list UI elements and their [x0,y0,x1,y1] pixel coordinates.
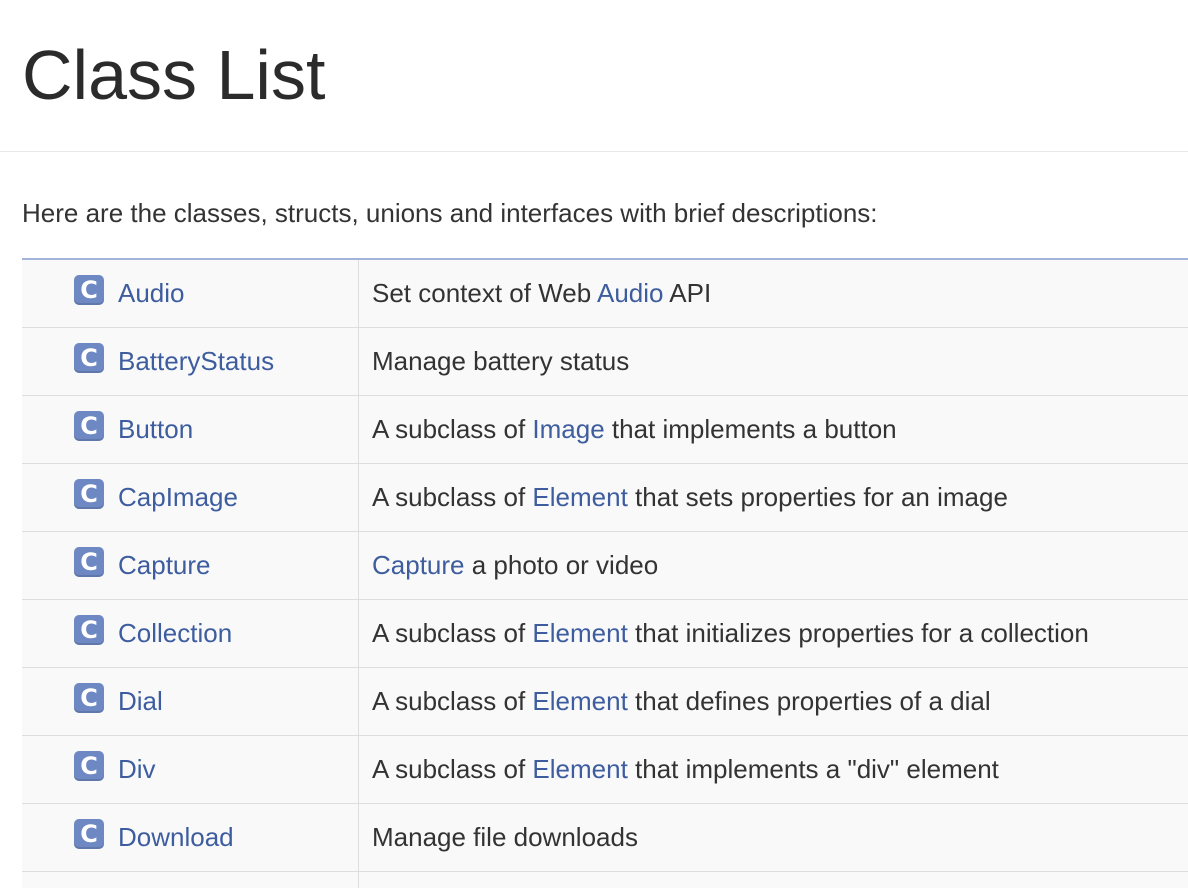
description-link[interactable]: Capture [372,550,465,580]
class-link-capimage[interactable]: CapImage [118,482,238,513]
class-description-cell: A subclass of Element that defines prope… [358,667,1188,736]
class-link-dial[interactable]: Dial [118,686,163,717]
page-title: Class List [22,36,326,114]
table-row: C Button A subclass of Image that implem… [22,395,1188,464]
class-link-batterystatus[interactable]: BatteryStatus [118,346,274,377]
class-name-cell: C CapImage [22,463,359,532]
description-text: A subclass of [372,618,533,648]
class-link-button[interactable]: Button [118,414,193,445]
description-text: API [663,278,712,308]
description-text: Manage file downloads [372,822,638,852]
class-icon: C [74,750,104,781]
description-link[interactable]: Element [532,686,627,716]
class-icon: C [74,478,104,509]
class-link-collection[interactable]: Collection [118,618,232,649]
class-description-cell [359,872,1188,888]
class-name-cell: C Capture [22,531,359,600]
class-description-cell: Manage battery status [358,327,1188,396]
class-name-cell: C Audio [22,259,359,328]
class-description-cell: A subclass of Element that sets properti… [358,463,1188,532]
description-text: Manage battery status [372,346,630,376]
description-link[interactable]: Image [532,414,604,444]
class-name-cell [22,871,359,888]
class-name-cell: C Div [22,735,359,804]
class-name-cell: C Collection [22,599,359,668]
table-row [22,871,1188,888]
table-row: C Div A subclass of Element that impleme… [22,735,1188,804]
table-row: C Download Manage file downloads [22,803,1188,872]
class-description-cell: Capture a photo or video [358,531,1188,600]
class-icon: C [74,614,104,645]
description-link[interactable]: Element [532,754,627,784]
class-description-cell: A subclass of Element that initializes p… [358,599,1188,668]
class-link-audio[interactable]: Audio [118,278,185,309]
class-icon: C [74,682,104,713]
class-link-div[interactable]: Div [118,754,156,785]
class-list-table: C Audio Set context of Web Audio API C B… [22,258,1188,888]
description-text: that sets properties for an image [627,482,1008,512]
description-text: that defines properties of a dial [627,686,991,716]
description-link[interactable]: Element [532,618,627,648]
description-link[interactable]: Audio [597,278,664,308]
table-row: C Dial A subclass of Element that define… [22,667,1188,736]
description-text: A subclass of [372,754,533,784]
description-text: A subclass of [372,482,533,512]
class-name-cell: C Dial [22,667,359,736]
page-header: Class List [0,0,1188,152]
description-text: a photo or video [464,550,659,580]
class-name-cell: C Button [22,395,359,464]
description-text: Set context of Web [372,278,597,308]
class-description-cell: A subclass of Image that implements a bu… [358,395,1188,464]
table-row: C BatteryStatus Manage battery status [22,327,1188,396]
class-name-cell: C BatteryStatus [22,327,359,396]
table-row: C Collection A subclass of Element that … [22,599,1188,668]
class-icon: C [74,410,104,441]
page: Class List Here are the classes, structs… [0,0,1188,888]
description-text: that initializes properties for a collec… [627,618,1089,648]
class-name-cell: C Download [22,803,359,872]
class-description-cell: Manage file downloads [358,803,1188,872]
class-icon: C [74,274,104,305]
description-link[interactable]: Element [532,482,627,512]
class-icon: C [74,818,104,849]
description-text: A subclass of [372,686,533,716]
table-row: C CapImage A subclass of Element that se… [22,463,1188,532]
description-text: that implements a "div" element [627,754,999,784]
table-row: C Capture Capture a photo or video [22,531,1188,600]
class-icon: C [74,546,104,577]
class-icon: C [74,342,104,373]
intro-text: Here are the classes, structs, unions an… [22,198,878,228]
table-row: C Audio Set context of Web Audio API [22,259,1188,328]
class-link-capture[interactable]: Capture [118,550,211,581]
description-text: A subclass of [372,414,533,444]
description-text: that implements a button [604,414,897,444]
class-link-download[interactable]: Download [118,822,234,853]
class-description-cell: A subclass of Element that implements a … [358,735,1188,804]
class-description-cell: Set context of Web Audio API [358,259,1188,328]
